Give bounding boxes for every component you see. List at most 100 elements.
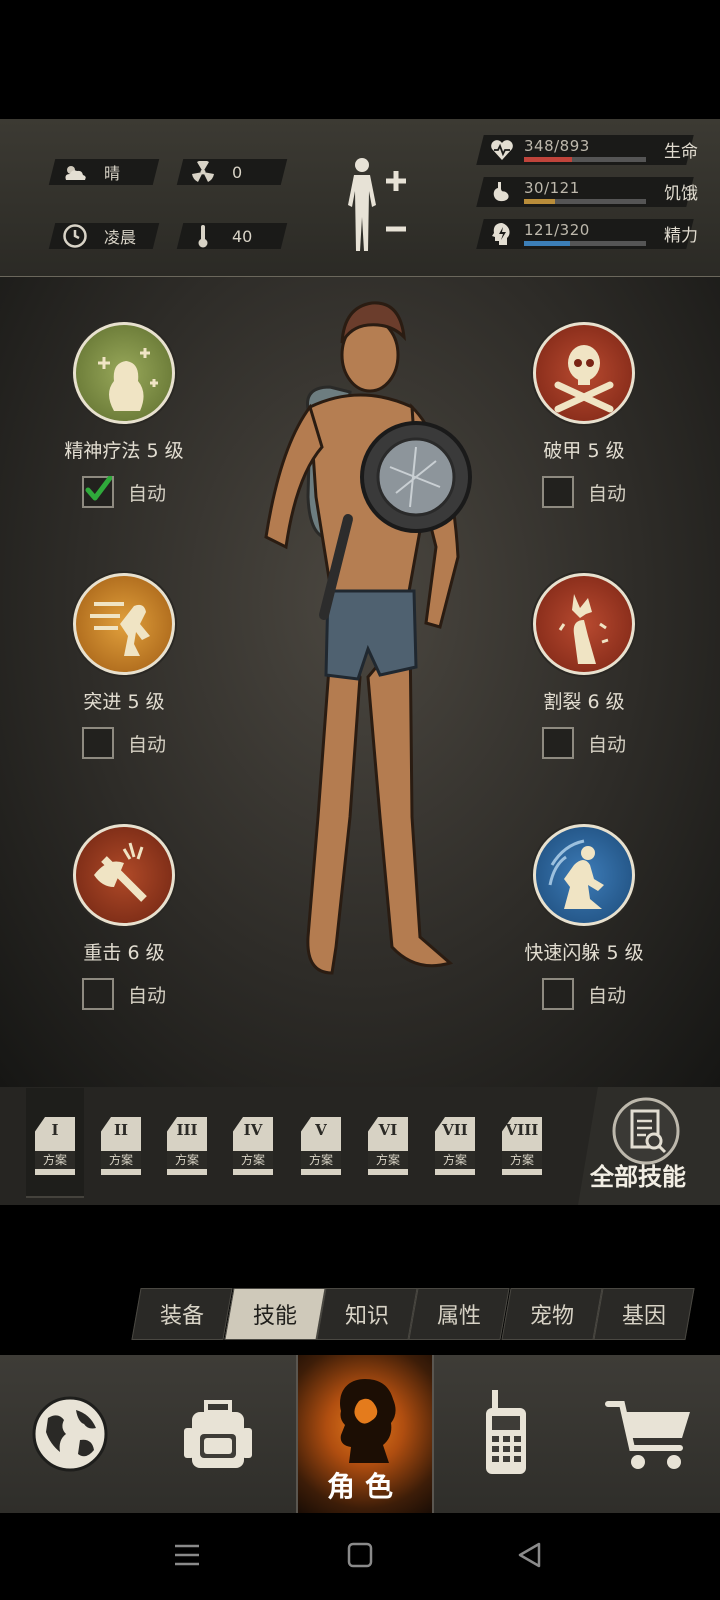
- plan-label: 方案: [167, 1151, 207, 1169]
- plan-1-button[interactable]: I 方案: [35, 1117, 75, 1175]
- plan-label: 方案: [435, 1151, 475, 1169]
- radio-icon: [486, 1390, 526, 1474]
- weather-chip: 晴: [48, 159, 160, 185]
- plan-number: VIII: [505, 1121, 539, 1139]
- all-skills-button[interactable]: 全部技能: [578, 1087, 720, 1205]
- skill-quick-dodge[interactable]: 快速闪躲 5 级 自动: [484, 824, 684, 1011]
- tab-label: 宠物: [529, 1304, 574, 1329]
- tab-knowledge[interactable]: 知识: [316, 1288, 418, 1340]
- skill-name: 突进 5 级: [83, 691, 165, 713]
- hunger-bar: [524, 199, 555, 204]
- auto-checkbox[interactable]: [81, 978, 114, 1010]
- auto-toggle[interactable]: 自动: [484, 475, 684, 509]
- time-of-day-value: 凌晨: [104, 228, 137, 247]
- plan-label: 方案: [301, 1151, 341, 1169]
- tab-equipment[interactable]: 装备: [131, 1288, 233, 1340]
- skill-armor-break[interactable]: 破甲 5 级 自动: [484, 322, 684, 509]
- auto-checkbox[interactable]: [81, 727, 114, 759]
- system-nav-bar: [0, 1513, 720, 1600]
- all-skills-label: 全部技能: [590, 1163, 686, 1191]
- health-label: 生命: [664, 142, 698, 162]
- checkmark-icon: [85, 476, 112, 501]
- energy-label: 精力: [664, 226, 698, 246]
- tab-skills[interactable]: 技能: [224, 1288, 326, 1340]
- auto-checkbox[interactable]: [541, 727, 574, 759]
- radiation-icon: [190, 159, 216, 185]
- plan-number: I: [51, 1121, 59, 1139]
- energy-stat: 121/320 精力: [476, 219, 712, 249]
- plan-number: V: [315, 1121, 327, 1139]
- health-value: 348/893: [524, 137, 590, 155]
- auto-toggle[interactable]: 自动: [24, 726, 224, 760]
- thermometer-icon: [190, 223, 216, 249]
- plan-label: 方案: [502, 1151, 542, 1169]
- hunger-stat: 30/121 饥饿: [476, 177, 712, 207]
- quick-dodge-icon: [533, 824, 635, 926]
- temperature-value: 40: [232, 226, 253, 246]
- dash-icon: [73, 573, 175, 675]
- body-icon: [348, 158, 406, 251]
- time-chip: 凌晨: [48, 223, 160, 249]
- character-icon: [340, 1379, 396, 1463]
- tab-pets[interactable]: 宠物: [501, 1288, 603, 1340]
- mental-therapy-icon: [73, 322, 175, 424]
- globe-icon: [32, 1396, 108, 1472]
- skill-name: 重击 6 级: [83, 942, 165, 964]
- stomach-icon: [493, 182, 509, 202]
- skill-name: 精神疗法 5 级: [64, 440, 184, 462]
- tab-label: 技能: [252, 1304, 297, 1329]
- nav-inventory-button[interactable]: [148, 1355, 288, 1513]
- home-icon[interactable]: [347, 1542, 373, 1568]
- tab-attributes[interactable]: 属性: [408, 1288, 510, 1340]
- nav-shop-button[interactable]: [580, 1355, 720, 1513]
- auto-toggle[interactable]: 自动: [484, 726, 684, 760]
- plan-2-button[interactable]: II 方案: [101, 1117, 141, 1175]
- plan-5-button[interactable]: V 方案: [301, 1117, 341, 1175]
- tab-genes[interactable]: 基因: [593, 1288, 695, 1340]
- plan-6-button[interactable]: VI 方案: [368, 1117, 408, 1175]
- back-icon[interactable]: [517, 1542, 543, 1568]
- plan-8-button[interactable]: VIII 方案: [502, 1117, 542, 1175]
- auto-toggle[interactable]: 自动: [484, 977, 684, 1011]
- health-stat: 348/893 生命: [476, 135, 712, 165]
- weather-value: 晴: [104, 164, 121, 183]
- auto-toggle[interactable]: 自动: [24, 475, 224, 509]
- radiation-chip: 0: [176, 159, 288, 185]
- plan-number: VII: [442, 1121, 468, 1139]
- auto-toggle[interactable]: 自动: [24, 977, 224, 1011]
- heavy-strike-icon: [73, 824, 175, 926]
- auto-label: 自动: [127, 733, 166, 756]
- tab-label: 属性: [436, 1304, 481, 1329]
- health-bar: [524, 157, 572, 162]
- skill-dash[interactable]: 突进 5 级 自动: [24, 573, 224, 760]
- skill-mental-therapy[interactable]: 精神疗法 5 级 自动: [24, 322, 224, 509]
- plan-3-button[interactable]: III 方案: [167, 1117, 207, 1175]
- menu-icon[interactable]: [174, 1543, 200, 1567]
- plan-label: 方案: [368, 1151, 408, 1169]
- auto-label: 自动: [127, 482, 166, 505]
- skill-heavy-strike[interactable]: 重击 6 级 自动: [24, 824, 224, 1011]
- lacerate-icon: [533, 573, 635, 675]
- auto-label: 自动: [587, 984, 626, 1007]
- auto-label: 自动: [587, 733, 626, 756]
- plan-4-button[interactable]: IV 方案: [233, 1117, 273, 1175]
- body-status-button[interactable]: [340, 153, 416, 253]
- skill-name: 快速闪躲 5 级: [524, 942, 644, 964]
- skill-lacerate[interactable]: 割裂 6 级 自动: [484, 573, 684, 760]
- skill-book-icon: [612, 1097, 680, 1165]
- brain-bolt-icon: [492, 223, 510, 245]
- temperature-chip: 40: [176, 223, 288, 249]
- radiation-value: 0: [232, 162, 243, 182]
- auto-checkbox[interactable]: [81, 476, 114, 508]
- plan-number: VI: [378, 1121, 398, 1139]
- nav-radio-button[interactable]: [436, 1355, 576, 1513]
- plan-7-button[interactable]: VII 方案: [435, 1117, 475, 1175]
- auto-checkbox[interactable]: [541, 978, 574, 1010]
- heart-pulse-icon: [491, 140, 513, 160]
- skill-name: 破甲 5 级: [543, 440, 625, 462]
- auto-checkbox[interactable]: [541, 476, 574, 508]
- energy-value: 121/320: [524, 221, 590, 239]
- auto-label: 自动: [587, 482, 626, 505]
- nav-world-button[interactable]: [0, 1355, 140, 1513]
- nav-character-button[interactable]: 角色: [296, 1355, 434, 1513]
